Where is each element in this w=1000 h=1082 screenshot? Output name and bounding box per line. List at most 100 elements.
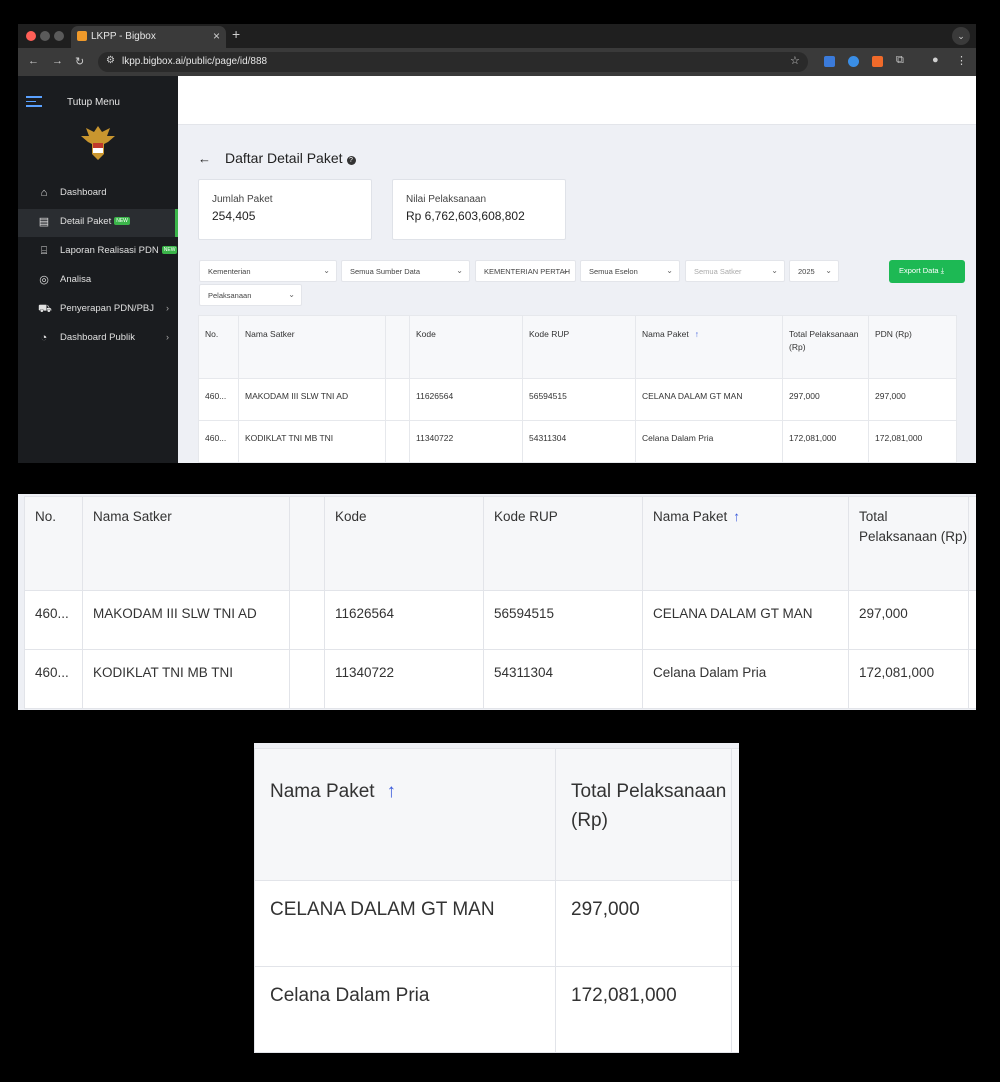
site-info-icon[interactable]: ⚙ [106,55,115,66]
tab-search-icon[interactable]: ⌄ [952,27,970,45]
table-row[interactable]: 460... KODIKLAT TNI MB TNI 11340722 5431… [198,420,957,463]
extension-icon[interactable] [872,56,883,67]
filter-status[interactable]: Pelaksanaan ⌄ [199,284,302,306]
cell-no: 460... [24,649,83,709]
sidebar-item-dashboard[interactable]: ⌂ Dashboard [18,180,178,208]
table-header-row: No. Nama Satker Kode Kode RUP Nama Paket… [198,315,957,379]
filter-eselon[interactable]: Semua Eselon ⌄ [580,260,680,282]
sidebar-item-dashboard-publik[interactable]: ◔ Dashboard Publik › [18,325,178,353]
profile-icon[interactable]: ● [932,54,939,66]
extensions-puzzle-icon[interactable]: ⧉ [896,54,904,67]
header-total-pelaksanaan[interactable]: Total Pelaksanaan (Rp) [555,748,732,881]
close-window-button[interactable] [26,31,36,41]
header-no[interactable]: No. [198,315,239,379]
cell-nama-satker: KODIKLAT TNI MB TNI [238,420,386,463]
header-no[interactable]: No. [24,496,83,591]
forward-icon[interactable]: → [52,55,63,67]
back-arrow-icon[interactable]: ← [198,151,211,166]
new-badge: NEW [161,246,178,254]
filter-value: 2025 [798,267,815,276]
reload-icon[interactable]: ↻ [75,55,84,68]
card-value: 254,405 [212,209,256,223]
header-nama-paket[interactable]: Nama Paket ↑ [635,315,783,379]
header-empty [289,496,325,591]
detail-paket-table-zoomed: No. Nama Satker Kode Kode RUP Nama Paket… [24,496,976,709]
cell-empty [289,649,325,709]
table-row[interactable]: Celana Dalam Pria 172,081,000 [254,966,739,1053]
cell-total: 172,081,000 [782,420,869,463]
cell-pdn [968,649,976,709]
detail-paket-table: No. Nama Satker Kode Kode RUP Nama Paket… [198,315,957,463]
header-kode[interactable]: Kode [324,496,484,591]
filter-satker[interactable]: Semua Satker ⌄ [685,260,785,282]
extension-icon[interactable] [824,56,835,67]
download-icon: ⤓ [940,266,945,275]
sidebar-item-penyerapan[interactable]: ⛟ Penyerapan PDN/PBJ › [18,296,178,324]
cell-total: 172,081,000 [555,966,732,1053]
header-nama-satker[interactable]: Nama Satker [82,496,290,591]
filter-instansi[interactable]: KEMENTERIAN PERTAH ⌄ [475,260,576,282]
sidebar-item-laporan-realisasi-pdn[interactable]: ⌸ Laporan Realisasi PDN NEW [18,238,178,266]
cell-total: 297,000 [782,378,869,421]
sort-ascending-icon[interactable]: ↑ [733,509,740,524]
sidebar-item-analisa[interactable]: ◎ Analisa [18,267,178,295]
cell-nama-satker: MAKODAM III SLW TNI AD [82,590,290,650]
menu-toggle-icon[interactable] [26,96,42,108]
header-kode[interactable]: Kode [409,315,523,379]
help-icon[interactable]: ? [346,156,356,165]
header-nama-satker[interactable]: Nama Satker [238,315,386,379]
sort-ascending-icon[interactable]: ↑ [387,781,397,802]
sort-ascending-icon[interactable]: ↑ [695,329,699,339]
bank-icon: ⌸ [40,245,48,257]
filter-sumber-data[interactable]: Semua Sumber Data ⌄ [341,260,470,282]
maximize-window-button[interactable] [54,31,64,41]
cell-pdn [731,966,739,1053]
chevron-down-icon: ⌄ [288,290,295,299]
sidebar-item-label: Dashboard [60,187,107,198]
sidebar: Tutup Menu ⌂ Dashboard ▤ Detail Paket NEW… [18,76,178,463]
cell-total: 297,000 [555,880,732,967]
table-row[interactable]: 460... MAKODAM III SLW TNI AD 11626564 5… [198,378,957,421]
filter-value: Pelaksanaan [208,291,252,300]
header-empty [385,315,410,379]
browser-tab[interactable]: LKPP - Bigbox × [71,26,226,48]
header-kode-rup[interactable]: Kode RUP [522,315,636,379]
extension-icon[interactable] [848,56,859,67]
header-total-pelaksanaan[interactable]: Total Pelaksanaan (Rp) [782,315,869,379]
header-label: Nama Paket [653,509,728,524]
bookmark-star-icon[interactable]: ☆ [790,54,800,67]
export-data-button[interactable]: Export Data ⤓ [889,260,965,283]
sidebar-item-detail-paket[interactable]: ▤ Detail Paket NEW [18,209,178,237]
header-label: Nama Paket [270,781,375,802]
cell-no: 460... [198,378,239,421]
new-tab-button[interactable]: + [232,26,240,42]
sidebar-item-label: Analisa [60,274,92,285]
header-kode-rup[interactable]: Kode RUP [483,496,643,591]
browser-screenshot: LKPP - Bigbox × + ⌄ ← → ↻ ⚙ lkpp.bigbox.… [18,24,976,463]
header-pdn[interactable]: PDN (Rp) [868,315,957,379]
filter-value: Kementerian [208,267,251,276]
menu-toggle-label[interactable]: Tutup Menu [67,97,120,108]
filter-tahun[interactable]: 2025 ⌄ [789,260,839,282]
pie-icon: ◔ [40,332,48,344]
chevron-down-icon: ⌄ [771,266,778,275]
browser-menu-icon[interactable]: ⋮ [956,54,967,67]
table-row[interactable]: CELANA DALAM GT MAN 297,000 [254,880,739,967]
chevron-down-icon: ⌄ [825,266,832,275]
minimize-window-button[interactable] [40,31,50,41]
cell-empty [289,590,325,650]
back-icon[interactable]: ← [28,55,39,67]
table-row[interactable]: 460... KODIKLAT TNI MB TNI 11340722 5431… [24,649,976,709]
filter-kementerian[interactable]: Kementerian ⌄ [199,260,337,282]
tab-close-icon[interactable]: × [213,29,220,43]
cell-empty [385,420,410,463]
table-row[interactable]: 460... MAKODAM III SLW TNI AD 11626564 5… [24,590,976,650]
zoomed-column-panel: Nama Paket ↑ Total Pelaksanaan (Rp) CELAN… [254,743,739,1053]
chevron-down-icon: ⌄ [666,266,673,275]
page-title-text: Daftar Detail Paket [225,150,343,166]
header-nama-paket[interactable]: Nama Paket ↑ [642,496,849,591]
header-total-pelaksanaan[interactable]: Total Pelaksanaan (Rp) [848,496,969,591]
cell-kode-rup: 56594515 [522,378,636,421]
address-bar[interactable]: ⚙ lkpp.bigbox.ai/public/page/id/888 [98,52,808,72]
header-nama-paket[interactable]: Nama Paket ↑ [254,748,556,881]
